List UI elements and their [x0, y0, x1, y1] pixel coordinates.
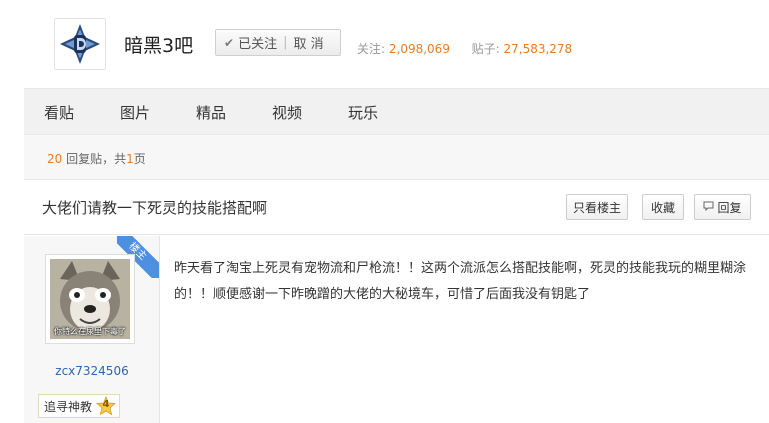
avatar-frame[interactable]: 你特么在尿里下毒了: [45, 254, 135, 344]
level-number: 4: [102, 399, 110, 410]
divider: |: [283, 35, 288, 50]
thread-title: 大佬们请教一下死灵的技能搭配啊: [42, 199, 268, 217]
follow-label: 已关注: [238, 37, 278, 52]
forum-header: 暗黑3吧 ✔ 已关注 | 取 消 关注: 2,098,069 贴子: 27,58…: [0, 0, 769, 88]
page-suffix: 页: [133, 152, 146, 166]
avatar[interactable]: 你特么在尿里下毒了: [50, 259, 130, 339]
diablo-logo-icon: [60, 24, 100, 64]
unfollow-label[interactable]: 取 消: [293, 33, 323, 52]
author-panel: 楼主 你特么在尿里下毒了 zcx7324506 追寻神教 4: [24, 236, 160, 423]
followers-count: 2,098,069: [388, 42, 450, 56]
nav-tab-videos[interactable]: 视频: [272, 102, 302, 123]
thread-title-bar: 大佬们请教一下死灵的技能搭配啊 只看楼主 收藏 回复: [24, 181, 769, 235]
nav-tab-pictures[interactable]: 图片: [120, 102, 150, 123]
nav-tab-posts[interactable]: 看贴: [44, 102, 74, 123]
reply-text: 回复贴，共: [66, 152, 127, 166]
reply-label: 回复: [717, 200, 742, 215]
reply-count: 20: [47, 152, 63, 166]
followers-label: 关注:: [357, 42, 386, 56]
level-star-icon: 4: [96, 395, 117, 416]
forum-name[interactable]: 暗黑3吧: [124, 31, 193, 58]
level-name: 追寻神教: [44, 399, 93, 414]
reply-count-bar: 20 回复贴，共1页: [24, 134, 769, 180]
reply-info: 20 回复贴，共1页: [47, 150, 146, 167]
forum-nav: 看贴 图片 精品 视频 玩乐: [24, 88, 769, 134]
post-content: 昨天看了淘宝上死灵有宠物流和尸枪流！！这两个流派怎么搭配技能啊，死灵的技能我玩的…: [174, 261, 747, 302]
user-level-badge[interactable]: 追寻神教 4: [38, 394, 121, 418]
only-op-label: 只看楼主: [572, 200, 621, 215]
nav-tab-fun[interactable]: 玩乐: [348, 102, 378, 123]
favorite-button[interactable]: 收藏: [642, 194, 684, 220]
avatar-caption: 你特么在尿里下毒了: [54, 327, 126, 336]
nav-tab-featured[interactable]: 精品: [196, 102, 226, 123]
favorite-label: 收藏: [650, 200, 675, 215]
comment-icon: [703, 201, 714, 214]
reply-button[interactable]: 回复: [694, 194, 751, 220]
only-op-button[interactable]: 只看楼主: [566, 194, 628, 220]
author-name[interactable]: zcx7324506: [24, 364, 159, 378]
page-count: 1: [126, 152, 134, 166]
posts-label: 贴子:: [471, 42, 500, 56]
posts-count: 27,583,278: [503, 42, 573, 56]
forum-logo[interactable]: [54, 18, 106, 70]
forum-stats: 关注: 2,098,069 贴子: 27,583,278: [357, 40, 572, 57]
check-icon: ✔: [224, 35, 235, 50]
follow-button[interactable]: ✔ 已关注 | 取 消: [215, 29, 341, 56]
